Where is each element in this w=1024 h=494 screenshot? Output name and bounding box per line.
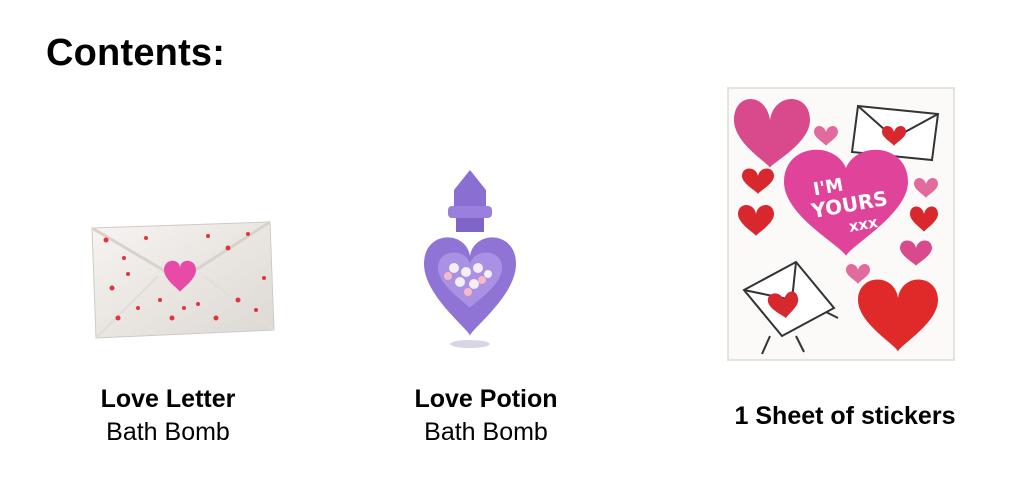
heart-sticker-sheet-image: I'M YOURS xxx [727,87,955,361]
item-kind: Bath Bomb [106,418,230,446]
item-caption-love-letter: Love Letter Bath Bomb [68,383,268,449]
item-name: Love Letter [100,385,236,413]
item-name: Love Potion [414,385,558,413]
potion-bottle-bath-bomb-image [424,170,516,348]
page-title: Contents: [46,32,226,74]
item-name: 1 Sheet of stickers [734,402,956,430]
item-caption-stickers: 1 Sheet of stickers [700,400,990,433]
envelope-bath-bomb-image [91,220,275,339]
item-caption-love-potion: Love Potion Bath Bomb [386,383,586,449]
item-kind: Bath Bomb [424,418,548,446]
